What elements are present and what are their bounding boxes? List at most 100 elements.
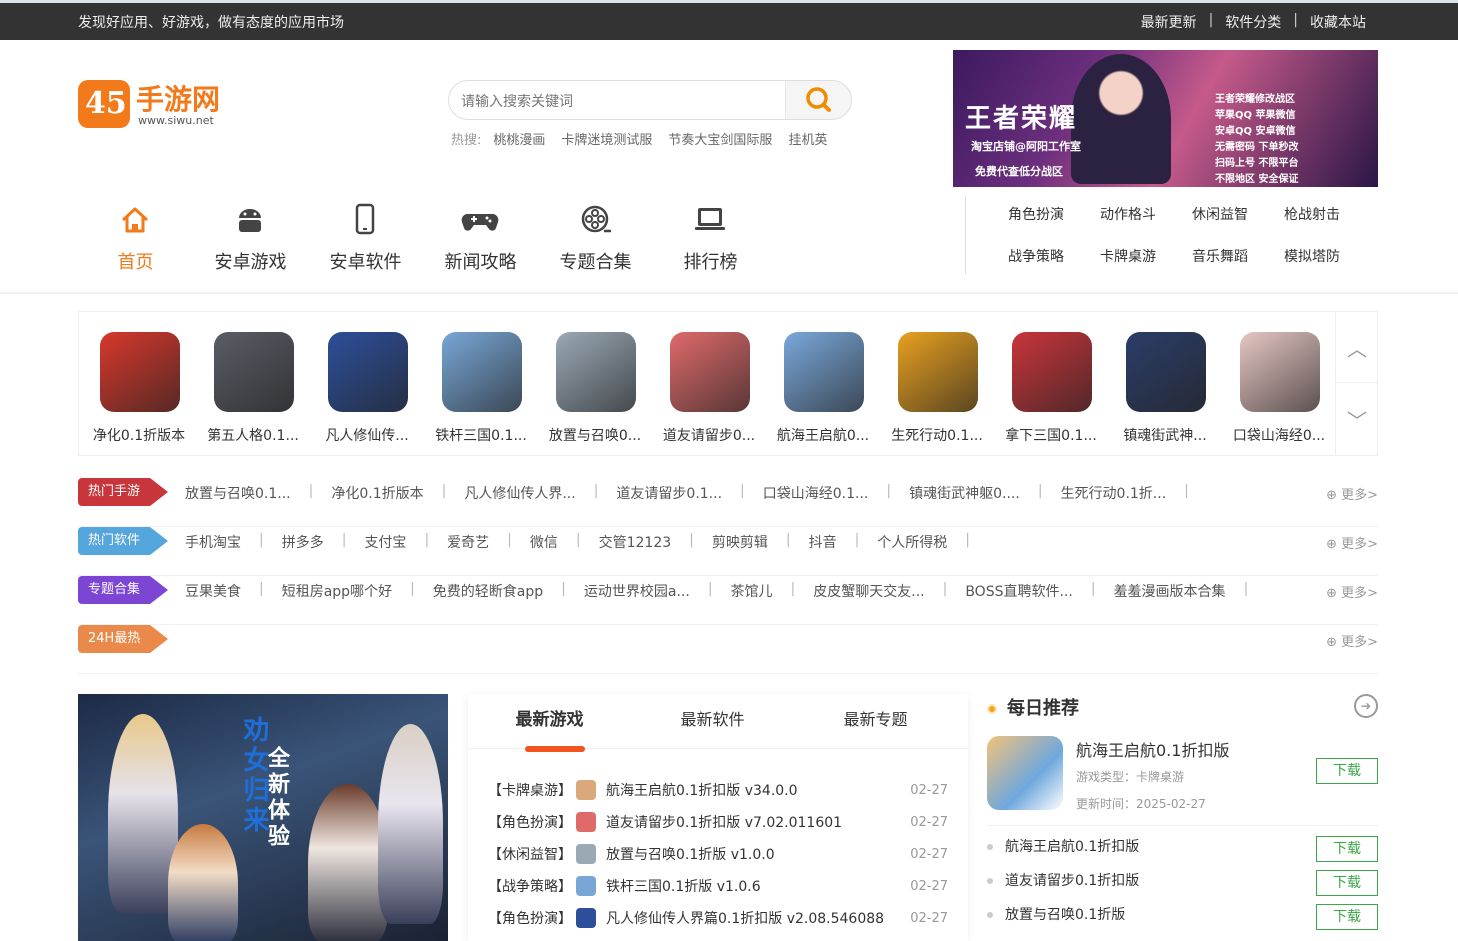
app-name: 铁杆三国0.1...	[435, 428, 527, 444]
row-link[interactable]: 抖音	[809, 535, 837, 551]
carousel-app[interactable]: 净化0.1折版本	[79, 312, 193, 457]
row-link[interactable]: 镇魂街武神躯0....	[909, 486, 1020, 502]
category-link[interactable]: 模拟塔防	[1284, 246, 1376, 266]
featured-game-icon[interactable]	[987, 736, 1063, 810]
row-link[interactable]: 免费的轻断食app	[433, 584, 543, 600]
row-link[interactable]: 爱奇艺	[447, 535, 489, 551]
row-link[interactable]: 剪映剪辑	[712, 535, 768, 551]
row-link[interactable]: 茶馆儿	[731, 584, 773, 600]
nav-android-software[interactable]: 安卓软件	[308, 200, 423, 274]
carousel-down-button[interactable]: ﹀	[1336, 384, 1378, 455]
download-button[interactable]: 下载	[1316, 904, 1378, 930]
game-name[interactable]: 铁杆三国0.1折版 v1.0.6	[606, 876, 761, 896]
download-button[interactable]: 下载	[1316, 758, 1378, 784]
carousel-app[interactable]: 道友请留步0...	[649, 312, 763, 457]
row-links: 手机淘宝 | 拼多多 | 支付宝 | 爱奇艺 | 微信 | 交管12123 | 剪映剪辑 | 抖音 | 个人所得…	[185, 532, 988, 552]
row-link[interactable]: 短租房app哪个好	[282, 584, 392, 600]
carousel-up-button[interactable]: ︿	[1336, 312, 1378, 383]
row-link[interactable]: 皮皮蟹聊天交友...	[813, 584, 924, 600]
login-arrow-icon[interactable]: ➔	[1354, 694, 1378, 718]
row-link[interactable]: 净化0.1折版本	[331, 486, 423, 502]
more-link[interactable]: ⊕ 更多>	[1326, 582, 1378, 601]
top-link-categories[interactable]: 软件分类	[1225, 12, 1281, 32]
row-link[interactable]: BOSS直聘软件...	[965, 584, 1073, 600]
more-link[interactable]: ⊕ 更多>	[1326, 533, 1378, 552]
category-link[interactable]: 休闲益智	[1192, 204, 1284, 224]
row-link[interactable]: 羞羞漫画版本合集	[1114, 584, 1226, 600]
carousel-app[interactable]: 凡人修仙传...	[307, 312, 421, 457]
search-input[interactable]	[461, 90, 781, 112]
more-link[interactable]: ⊕ 更多>	[1326, 631, 1378, 650]
carousel-app[interactable]: 镇魂街武神...	[1105, 312, 1219, 457]
game-category: 【休闲益智】	[488, 847, 572, 863]
nav-android-games[interactable]: 安卓游戏	[193, 200, 308, 274]
daily-game-name[interactable]: 道友请留步0.1折扣版	[1005, 873, 1139, 889]
app-icon	[1240, 332, 1320, 412]
bullet-dot	[987, 844, 993, 850]
category-link[interactable]: 战争策略	[1008, 246, 1100, 266]
hot-search-link[interactable]: 挂机英	[788, 129, 827, 148]
game-name[interactable]: 道友请留步0.1折扣版 v7.02.011601	[606, 812, 842, 832]
carousel-app[interactable]: 铁杆三国0.1...	[421, 312, 535, 457]
tab-latest-topics[interactable]: 最新专题	[794, 694, 957, 748]
carousel-app[interactable]: 第五人格0.1...	[193, 312, 307, 457]
row-link[interactable]: 交管12123	[599, 535, 672, 551]
list-item[interactable]: 【卡牌桌游】 航海王启航0.1折扣版 v34.0.0 02-27	[488, 774, 948, 806]
link-separator: |	[689, 532, 694, 548]
list-item[interactable]: 【战争策略】 铁杆三国0.1折版 v1.0.6 02-27	[488, 870, 948, 902]
row-link[interactable]: 道友请留步0.1...	[616, 486, 722, 502]
daily-game-name[interactable]: 航海王启航0.1折扣版	[1005, 839, 1139, 855]
game-name[interactable]: 放置与召唤0.1折版 v1.0.0	[606, 844, 775, 864]
feature-banner[interactable]: 劝女归来 全新体验	[78, 694, 448, 941]
row-link[interactable]: 凡人修仙传人界...	[464, 486, 575, 502]
more-link[interactable]: ⊕ 更多>	[1326, 484, 1378, 503]
row-link[interactable]: 放置与召唤0.1...	[185, 486, 291, 502]
carousel-app[interactable]: 口袋山海经0...	[1219, 312, 1333, 457]
game-name[interactable]: 凡人修仙传人界篇0.1折扣版 v2.08.546088	[606, 908, 884, 928]
row-link[interactable]: 个人所得税	[877, 535, 947, 551]
nav-home[interactable]: 首页	[78, 200, 193, 274]
daily-game-name[interactable]: 放置与召唤0.1折版	[1005, 907, 1125, 923]
banner-character	[168, 824, 238, 941]
row-link[interactable]: 生死行动0.1折...	[1061, 486, 1167, 502]
category-link[interactable]: 角色扮演	[1008, 204, 1100, 224]
nav-rankings[interactable]: 排行榜	[653, 200, 768, 274]
carousel-app[interactable]: 拿下三国0.1...	[991, 312, 1105, 457]
link-separator: |	[1243, 581, 1249, 597]
list-item[interactable]: 【角色扮演】 道友请留步0.1折扣版 v7.02.011601 02-27	[488, 806, 948, 838]
category-link[interactable]: 卡牌桌游	[1100, 246, 1192, 266]
download-button[interactable]: 下载	[1316, 870, 1378, 896]
row-link[interactable]: 豆果美食	[185, 584, 241, 600]
carousel-app[interactable]: 生死行动0.1...	[877, 312, 991, 457]
category-link[interactable]: 枪战射击	[1284, 204, 1376, 224]
ad-banner[interactable]: 王者荣耀 淘宝店铺@阿阳工作室 免费代查低分战区 王者荣耀修改战区 苹果QQ 苹…	[953, 50, 1378, 187]
hot-search-link[interactable]: 卡牌迷境测试服	[561, 129, 652, 148]
nav-news[interactable]: 新闻攻略	[423, 200, 538, 274]
row-link[interactable]: 口袋山海经0.1...	[763, 486, 869, 502]
hot-search-link[interactable]: 节奏大宝剑国际服	[668, 129, 772, 148]
nav-topics[interactable]: 专题合集	[538, 200, 653, 274]
download-button[interactable]: 下载	[1316, 836, 1378, 862]
site-logo[interactable]: 45 手游网 www.siwu.net	[78, 78, 248, 130]
featured-game-name[interactable]: 航海王启航0.1折扣版	[1076, 737, 1229, 761]
list-item[interactable]: 【休闲益智】 放置与召唤0.1折版 v1.0.0 02-27	[488, 838, 948, 870]
list-item[interactable]: 【角色扮演】 凡人修仙传人界篇0.1折扣版 v2.08.546088 02-27	[488, 902, 948, 934]
category-link[interactable]: 音乐舞蹈	[1192, 246, 1284, 266]
tab-latest-software[interactable]: 最新软件	[631, 694, 794, 748]
row-link[interactable]: 支付宝	[364, 535, 406, 551]
row-link[interactable]: 微信	[530, 535, 558, 551]
row-link[interactable]: 运动世界校园a...	[584, 584, 690, 600]
carousel-app[interactable]: 放置与召唤0...	[535, 312, 649, 457]
row-link[interactable]: 手机淘宝	[185, 535, 241, 551]
row-link[interactable]: 拼多多	[282, 535, 324, 551]
top-link-latest[interactable]: 最新更新	[1141, 12, 1197, 32]
hot-search-link[interactable]: 桃桃漫画	[493, 129, 545, 148]
game-name[interactable]: 航海王启航0.1折扣版 v34.0.0	[606, 780, 798, 800]
top-link-bookmark[interactable]: 收藏本站	[1310, 12, 1366, 32]
game-icon	[576, 844, 596, 864]
category-link[interactable]: 动作格斗	[1100, 204, 1192, 224]
search-button[interactable]	[785, 81, 851, 119]
tab-latest-games[interactable]: 最新游戏	[468, 694, 631, 752]
carousel-app[interactable]: 航海王启航0...	[763, 312, 877, 457]
link-separator: |	[942, 581, 948, 597]
